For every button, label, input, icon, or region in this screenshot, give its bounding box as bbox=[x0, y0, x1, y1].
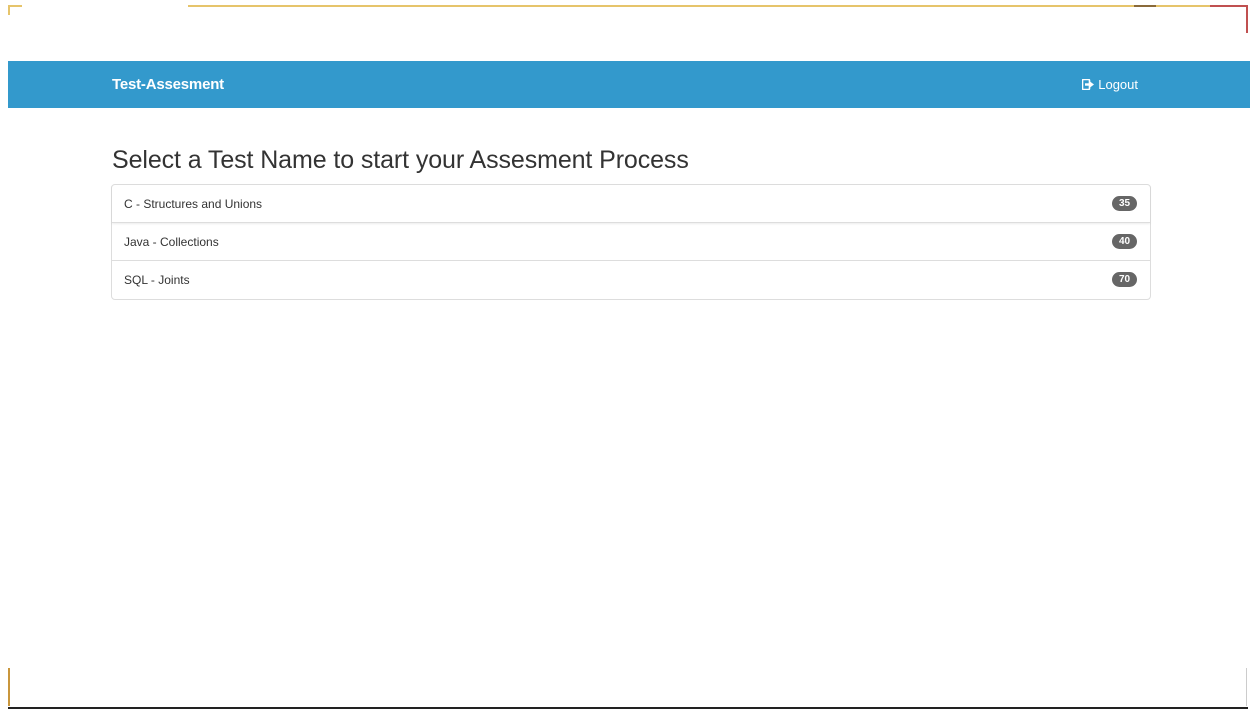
logout-link[interactable]: Logout bbox=[1082, 77, 1138, 92]
frame-left-bottom-line bbox=[8, 668, 10, 706]
frame-top-gap bbox=[22, 5, 188, 7]
log-out-icon bbox=[1082, 79, 1095, 90]
frame-right-top-line bbox=[1246, 5, 1248, 33]
page: Test-Assesment Logout Select a Test Name… bbox=[0, 0, 1250, 711]
frame-bottom-line bbox=[8, 707, 1248, 709]
frame-top-accent-red bbox=[1210, 5, 1248, 7]
test-list: C - Structures and Unions 35 Java - Coll… bbox=[111, 184, 1151, 300]
test-list-item[interactable]: C - Structures and Unions 35 bbox=[112, 185, 1150, 223]
frame-right-bottom-line bbox=[1246, 668, 1247, 706]
test-list-item[interactable]: SQL - Joints 70 bbox=[112, 261, 1150, 299]
frame-top-accent bbox=[1134, 5, 1156, 7]
test-name: Java - Collections bbox=[124, 235, 219, 249]
question-count-badge: 70 bbox=[1112, 272, 1137, 287]
test-list-item[interactable]: Java - Collections 40 bbox=[112, 223, 1150, 261]
navbar-brand[interactable]: Test-Assesment bbox=[112, 76, 224, 93]
frame-top-line bbox=[8, 5, 1248, 7]
test-name: C - Structures and Unions bbox=[124, 197, 263, 211]
page-title: Select a Test Name to start your Assesme… bbox=[112, 146, 689, 174]
logout-label: Logout bbox=[1098, 77, 1138, 92]
frame-left-top-line bbox=[8, 5, 10, 15]
question-count-badge: 40 bbox=[1112, 234, 1137, 249]
question-count-badge: 35 bbox=[1112, 196, 1137, 211]
navbar: Test-Assesment Logout bbox=[8, 61, 1250, 108]
test-name: SQL - Joints bbox=[124, 273, 190, 287]
